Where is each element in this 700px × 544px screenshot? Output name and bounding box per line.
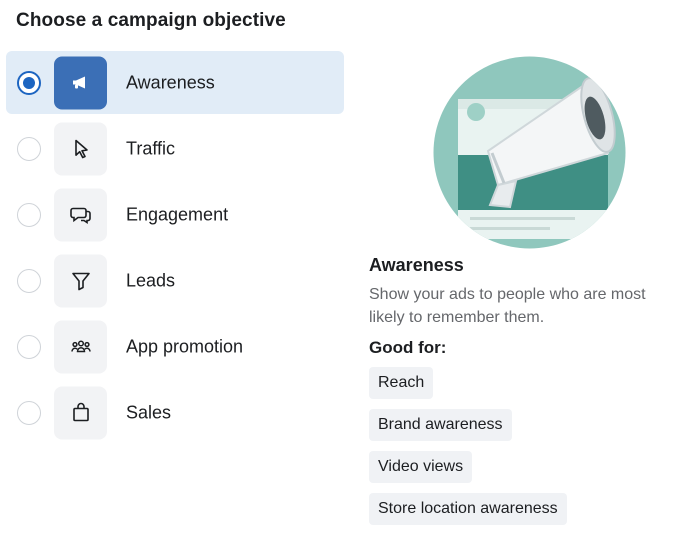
objective-option-traffic[interactable]: Traffic (6, 117, 344, 180)
cursor-icon (54, 122, 107, 175)
funnel-icon (54, 254, 107, 307)
radio-button[interactable] (17, 268, 41, 293)
objective-label: Awareness (126, 72, 215, 92)
detail-title: Awareness (369, 255, 464, 275)
radio-button[interactable] (17, 400, 41, 425)
good-for-chips: Reach Brand awareness Video views Store … (369, 367, 689, 535)
people-group-icon (54, 320, 107, 373)
chat-bubbles-icon (54, 188, 107, 241)
good-for-chip: Brand awareness (369, 409, 512, 441)
objective-detail-panel: Awareness Show your ads to people who ar… (369, 253, 689, 535)
detail-description: Show your ads to people who are most lik… (369, 286, 646, 326)
megaphone-icon (54, 56, 107, 109)
radio-button[interactable] (17, 136, 41, 161)
objective-label: Engagement (126, 204, 229, 224)
good-for-chip: Reach (369, 367, 434, 399)
objective-option-sales[interactable]: Sales (6, 381, 344, 444)
radio-button[interactable] (17, 202, 41, 227)
good-for-chip: Video views (369, 451, 473, 483)
objective-option-app-promotion[interactable]: App promotion (6, 315, 344, 378)
megaphone-illustration (432, 55, 627, 250)
objective-label: Leads (126, 270, 176, 290)
objective-list: Awareness Traffic Engagement Leads App p… (6, 51, 344, 447)
good-for-heading: Good for: (369, 338, 447, 357)
objective-option-leads[interactable]: Leads (6, 249, 344, 312)
objective-label: Traffic (126, 138, 176, 158)
shopping-bag-icon (54, 386, 107, 439)
radio-button-selected[interactable] (17, 70, 41, 95)
page-title: Choose a campaign objective (16, 10, 286, 31)
objective-label: App promotion (126, 336, 244, 356)
good-for-chip: Store location awareness (369, 493, 567, 525)
objective-option-awareness[interactable]: Awareness (6, 51, 344, 114)
objective-label: Sales (126, 402, 172, 422)
radio-button[interactable] (17, 334, 41, 359)
objective-option-engagement[interactable]: Engagement (6, 183, 344, 246)
